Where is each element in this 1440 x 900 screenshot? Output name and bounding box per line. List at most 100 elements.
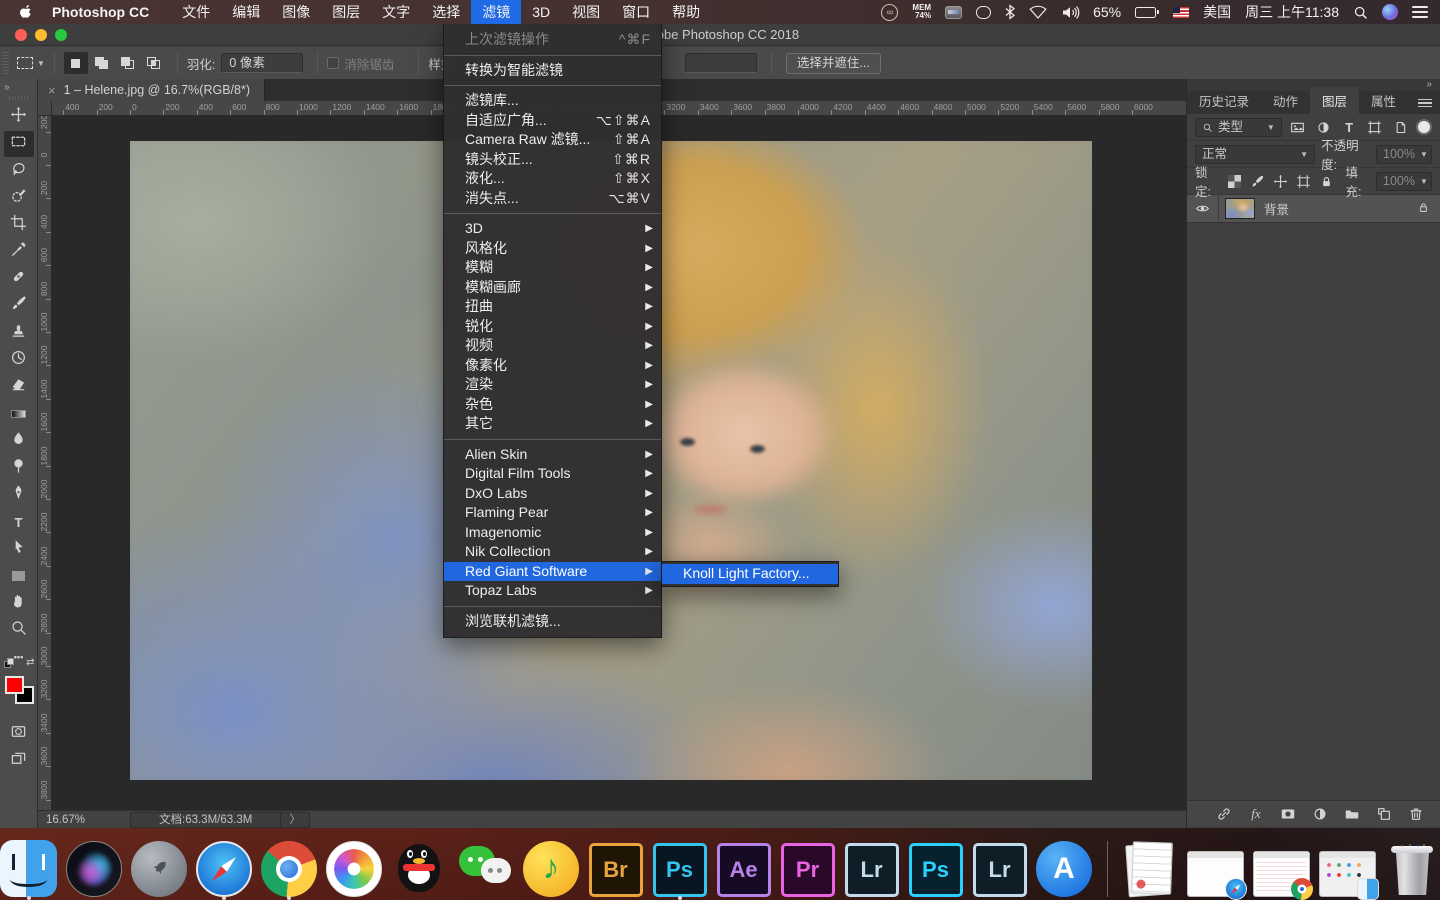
dodge-tool[interactable] (4, 455, 34, 481)
toolbar-expand-button[interactable]: » (0, 79, 37, 93)
lock-artboard-icon[interactable] (1295, 172, 1312, 190)
opacity-dropdown[interactable]: 100% ▼ (1376, 145, 1432, 164)
subtract-from-selection-button[interactable] (116, 52, 140, 74)
spot-healing-brush-tool[interactable] (4, 266, 34, 292)
menubar-menu-编辑[interactable]: 编辑 (221, 0, 271, 24)
filter-shape-layers-icon[interactable] (1365, 118, 1385, 136)
add-mask-icon[interactable] (1278, 805, 1298, 823)
input-source-flag-icon[interactable] (1173, 7, 1189, 18)
dock-chrome[interactable] (261, 840, 317, 897)
quick-mask-button[interactable] (4, 718, 34, 744)
eyedropper-tool[interactable] (4, 239, 34, 265)
swap-colors-button[interactable]: ⇄ (26, 657, 34, 668)
panel-tab-图层[interactable]: 图层 (1310, 87, 1359, 114)
filter-menu-item-自适应广角-[interactable]: 自适应广角...⌥⇧⌘A (444, 111, 661, 131)
add-to-selection-button[interactable] (90, 52, 114, 74)
filter-menu-item-Camera-Raw-滤镜-[interactable]: Camera Raw 滤镜...⇧⌘A (444, 130, 661, 150)
dock-adobe-premiere[interactable]: Pr (780, 840, 835, 897)
tool-preset-picker[interactable]: ▼ (17, 57, 45, 69)
filter-menu-item-扭曲[interactable]: 扭曲▶ (444, 297, 661, 317)
filter-smart-objects-icon[interactable] (1391, 118, 1411, 136)
battery-icon[interactable] (1135, 7, 1159, 18)
screenshot-app-icon[interactable] (945, 6, 962, 19)
lock-transparency-icon[interactable] (1226, 172, 1243, 190)
filter-menu-item-DxO-Labs[interactable]: DxO Labs▶ (444, 484, 661, 504)
creative-cloud-icon[interactable]: ∞ (881, 4, 898, 21)
layer-thumbnail[interactable] (1225, 198, 1255, 219)
window-titlebar[interactable]: Adobe Photoshop CC 2018 (0, 24, 1440, 46)
menubar-menu-选择[interactable]: 选择 (421, 0, 471, 24)
dock-finder[interactable] (0, 840, 57, 897)
filter-menu-item-Topaz-Labs[interactable]: Topaz Labs▶ (444, 581, 661, 601)
zoom-tool[interactable] (4, 617, 34, 643)
dock-adobe-bridge[interactable]: Br (588, 840, 643, 897)
filter-menu-item-像素化[interactable]: 像素化▶ (444, 356, 661, 376)
menubar-menu-3D[interactable]: 3D (521, 0, 561, 24)
dock-adobe-lightroom[interactable]: Lr (844, 840, 899, 897)
delete-layer-icon[interactable] (1406, 805, 1426, 823)
layer-row-background[interactable]: 背景 (1187, 195, 1440, 223)
menubar-menu-帮助[interactable]: 帮助 (661, 0, 711, 24)
select-and-mask-button[interactable]: 选择并遮住... (786, 53, 881, 74)
apple-menu[interactable] (19, 5, 34, 20)
dock-safari[interactable] (196, 840, 252, 897)
new-group-icon[interactable] (1342, 805, 1362, 823)
path-selection-tool[interactable] (4, 536, 34, 562)
antialias-checkbox[interactable] (327, 57, 339, 69)
link-layers-icon[interactable] (1214, 805, 1234, 823)
new-layer-icon[interactable] (1374, 805, 1394, 823)
new-selection-button[interactable] (64, 52, 88, 74)
filter-menu-item-3D[interactable]: 3D▶ (444, 219, 661, 239)
layer-style-icon[interactable]: fx (1246, 805, 1266, 823)
filter-menu-item-Digital-Film-Tools[interactable]: Digital Film Tools▶ (444, 464, 661, 484)
move-tool[interactable] (4, 104, 34, 130)
type-tool[interactable]: T (4, 509, 34, 535)
blur-tool[interactable] (4, 428, 34, 454)
dock-trash[interactable] (1385, 840, 1440, 897)
notification-center-icon[interactable] (1412, 6, 1428, 18)
filter-menu-item-模糊[interactable]: 模糊▶ (444, 258, 661, 278)
close-tab-icon[interactable]: × (48, 83, 56, 98)
gradient-tool[interactable] (4, 401, 34, 427)
menubar-menu-窗口[interactable]: 窗口 (611, 0, 661, 24)
feather-input[interactable]: 0 像素 (221, 53, 303, 73)
document-tab[interactable]: × 1 – Helene.jpg @ 16.7%(RGB/8*) (38, 79, 265, 101)
filter-toggle[interactable] (1416, 119, 1432, 135)
crop-tool[interactable] (4, 212, 34, 238)
filter-menu-item-Red-Giant-Software[interactable]: Red Giant Software▶ (444, 562, 661, 582)
filter-menu-item-其它[interactable]: 其它▶ (444, 414, 661, 434)
foreground-color-swatch[interactable] (5, 676, 24, 694)
default-colors-button[interactable] (4, 658, 17, 670)
menubar-clock[interactable]: 周三 上午11:38 (1245, 2, 1339, 22)
dock-qq[interactable] (391, 840, 448, 897)
filter-menu-item-浏览联机滤镜-[interactable]: 浏览联机滤镜... (444, 612, 661, 632)
dock-app-store[interactable]: A (1036, 840, 1092, 897)
filter-menu-item-锐化[interactable]: 锐化▶ (444, 317, 661, 337)
panel-menu-icon[interactable] (1418, 99, 1432, 115)
layer-filter-dropdown[interactable]: 类型 ▼ (1195, 118, 1282, 137)
dock-photos[interactable] (326, 840, 382, 897)
filter-menu-item-视频[interactable]: 视频▶ (444, 336, 661, 356)
status-options-chevron[interactable]: 〉 (281, 812, 310, 828)
siri-icon[interactable] (1382, 4, 1398, 20)
app-name[interactable]: Photoshop CC (52, 4, 149, 20)
lock-all-icon[interactable] (1318, 172, 1335, 190)
dock-adobe-photoshop[interactable]: Ps (652, 840, 707, 897)
bluetooth-icon[interactable] (1005, 4, 1015, 20)
dock-adobe-lightroom-2[interactable]: Lr (972, 840, 1027, 897)
clone-stamp-tool[interactable] (4, 320, 34, 346)
dock-qq-music[interactable]: ♪ (523, 840, 579, 897)
panel-tab-历史记录[interactable]: 历史记录 (1187, 87, 1261, 114)
volume-icon[interactable] (1061, 5, 1079, 20)
dock-siri[interactable] (66, 840, 122, 897)
filter-menu-item-液化-[interactable]: 液化...⇧⌘X (444, 169, 661, 189)
filter-menu-item-Imagenomic[interactable]: Imagenomic▶ (444, 523, 661, 543)
vertical-ruler[interactable]: 2000200400600800100012001400160018002000… (38, 116, 52, 810)
lock-pixels-icon[interactable] (1249, 172, 1266, 190)
dock-minimized-chrome-window[interactable] (1253, 840, 1310, 897)
zoom-level-field[interactable]: 16.67% (46, 814, 130, 826)
dock-minimized-safari-window[interactable] (1187, 840, 1244, 897)
filter-menu-item-转换为智能滤镜[interactable]: 转换为智能滤镜 (444, 61, 661, 81)
dock-documents-stack[interactable] (1123, 840, 1178, 897)
brush-tool[interactable] (4, 293, 34, 319)
